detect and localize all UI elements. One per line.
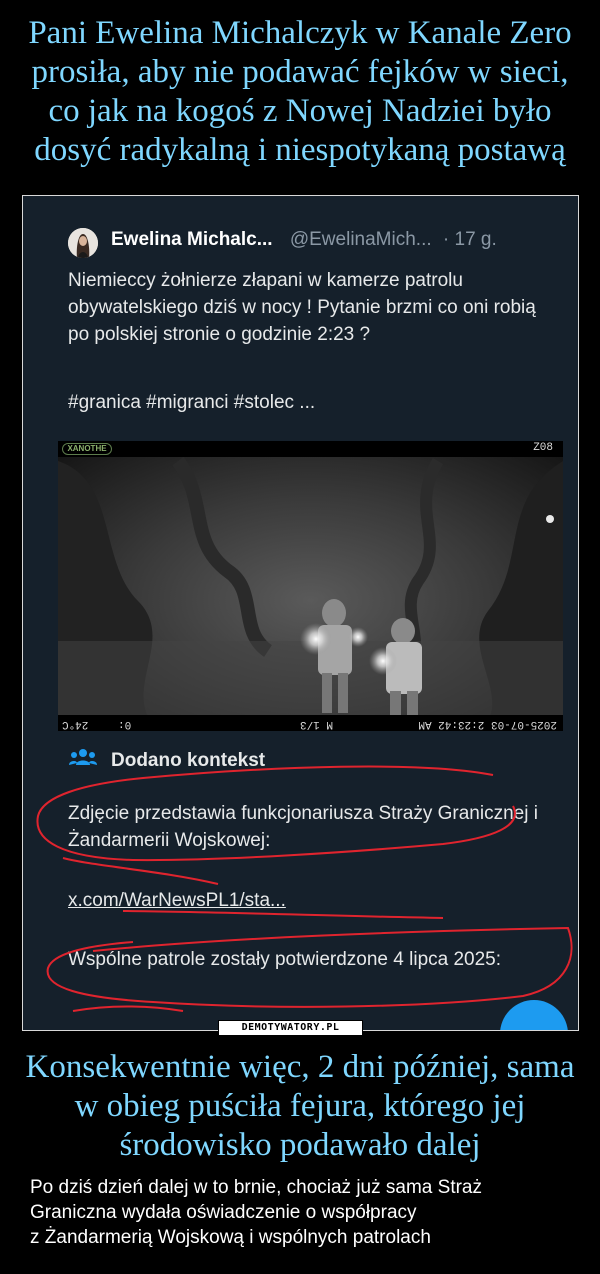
tweet-text: Niemieccy żołnierze złapani w kamerze pa…	[68, 270, 536, 345]
tweet-author-row: Ewelina Michalc... @EwelinaMich... · 17 …	[111, 229, 497, 251]
tweet-time[interactable]: · 17 g.	[443, 229, 497, 250]
flashlight-glow-middle	[348, 627, 368, 647]
compose-button[interactable]	[500, 1000, 568, 1030]
caption-line: z Żandarmerią Wojskową i wspólnych patro…	[30, 1227, 431, 1248]
camera-id: Z08	[533, 442, 553, 454]
camera-battery: 0:	[118, 718, 132, 730]
trail-camera-photo[interactable]: XANOTHE Z08 24°C 0: M 1/3 2025-07-03 2:2…	[58, 441, 563, 731]
camera-brand-logo: XANOTHE	[62, 443, 112, 455]
community-note-confirmation: Wspólne patrole zostały potwierdzone 4 l…	[68, 949, 502, 970]
demotivator-bottom-title: Konsekwentnie więc, 2 dni później, sama …	[25, 1049, 575, 1163]
community-note-link[interactable]: x.com/WarNewsPL1/sta...	[68, 890, 286, 912]
tweet-hashtags[interactable]: #granica #migranci #stolec ...	[68, 392, 315, 414]
camera-temperature: 24°C	[62, 718, 89, 730]
people-icon	[69, 749, 97, 765]
caption-line: Po dziś dzień dalej w to brnie, chociaż …	[30, 1177, 482, 1198]
demotivator-caption: Po dziś dzień dalej w to brnie, chociaż …	[30, 1175, 575, 1250]
community-note-title: Dodano kontekst	[111, 750, 266, 771]
tweet-card[interactable]: Ewelina Michalc... @EwelinaMich... · 17 …	[23, 196, 578, 1030]
camera-timestamp: 2025-07-03 2:23:42 AM	[418, 718, 557, 730]
night-forest-scene	[58, 441, 563, 731]
author-name[interactable]: Ewelina Michalc...	[111, 229, 273, 250]
avatar[interactable]	[68, 228, 98, 258]
flashlight-glow-left	[300, 623, 332, 655]
screenshot-frame: Ewelina Michalc... @EwelinaMich... · 17 …	[22, 195, 579, 1031]
caption-line: Graniczna wydała oświadczenie o współpra…	[30, 1202, 417, 1223]
camera-overlay-upside-down: 24°C 0: M 1/3 2025-07-03 2:23:42 AM	[58, 716, 563, 730]
community-note-body: Zdjęcie przedstawia funkcjonariusza Stra…	[68, 803, 538, 851]
demotivator-top-title: Pani Ewelina Michalczyk w Kanale Zero pr…	[28, 15, 572, 168]
author-handle[interactable]: @EwelinaMich...	[290, 229, 432, 250]
flashlight-glow-right	[369, 647, 397, 675]
camera-moon-phase: M 1/3	[299, 718, 333, 730]
site-watermark: DEMOTYWATORY.PL	[218, 1020, 363, 1036]
avatar-icon	[68, 228, 98, 258]
